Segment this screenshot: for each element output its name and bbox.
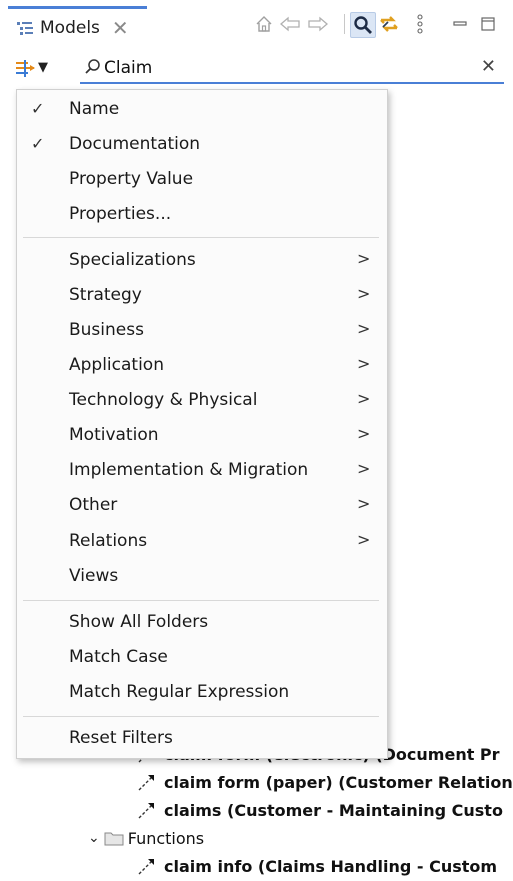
menu-item-technology-physical[interactable]: Technology & Physical > (17, 385, 387, 417)
menu-item-documentation[interactable]: ✓ Documentation (17, 129, 387, 161)
tree-row[interactable]: claims (Customer - Maintaining Custo (136, 798, 503, 822)
maximize-icon[interactable] (476, 12, 500, 36)
home-icon[interactable] (252, 12, 276, 36)
menu-item-label: Other (69, 495, 118, 515)
menu-item-label: Properties... (69, 204, 172, 224)
close-icon[interactable]: ✕ (112, 18, 129, 38)
menu-item-label: Name (69, 99, 120, 119)
menu-item-label: Match Case (69, 647, 168, 667)
menu-item-label: Documentation (69, 134, 201, 154)
menu-item-match-regex[interactable]: Match Regular Expression (17, 677, 387, 709)
menu-item-label: Strategy (69, 285, 142, 305)
menu-separator (23, 716, 379, 717)
chevron-down-icon[interactable]: ⌄ (88, 830, 100, 846)
clear-search-button[interactable]: ✕ (481, 56, 496, 77)
submenu-arrow-icon: > (357, 424, 371, 443)
tree-row[interactable]: claim form (paper) (Customer Relation (136, 770, 513, 794)
submenu-arrow-icon: > (357, 459, 371, 478)
menu-item-relations[interactable]: Relations > (17, 526, 387, 558)
menu-item-application[interactable]: Application > (17, 350, 387, 382)
menu-item-label: Views (69, 566, 119, 586)
menu-item-reset-filters[interactable]: Reset Filters (17, 723, 387, 755)
tree-row[interactable]: claim info (Claims Handling - Custom (136, 854, 497, 878)
submenu-arrow-icon: > (357, 354, 371, 373)
submenu-arrow-icon: > (357, 284, 371, 303)
tree-row-label: claim info (Claims Handling - Custom (164, 856, 498, 876)
menu-item-strategy[interactable]: Strategy > (17, 280, 387, 312)
menu-item-properties[interactable]: Properties... (17, 199, 387, 231)
minimize-icon[interactable] (448, 12, 472, 36)
menu-item-label: Specializations (69, 250, 196, 270)
relation-icon (138, 803, 154, 819)
tab-label: Models (40, 17, 100, 38)
view-tab-bar: Models ✕ (0, 0, 513, 46)
filter-row: ▼ ✕ (0, 54, 513, 88)
submenu-arrow-icon: > (357, 530, 371, 549)
menu-item-name[interactable]: ✓ Name (17, 94, 387, 126)
submenu-arrow-icon: > (357, 249, 371, 268)
relation-icon (138, 859, 154, 875)
menu-item-label: Show All Folders (69, 612, 209, 632)
menu-item-label: Technology & Physical (69, 390, 258, 410)
menu-item-label: Match Regular Expression (69, 682, 290, 702)
back-icon[interactable] (278, 12, 302, 36)
menu-item-label: Reset Filters (69, 728, 173, 748)
menu-item-label: Implementation & Migration (69, 460, 309, 480)
menu-separator (23, 237, 379, 238)
submenu-arrow-icon: > (357, 389, 371, 408)
folder-icon (104, 832, 124, 845)
model-tree-icon (16, 20, 34, 36)
submenu-arrow-icon: > (357, 494, 371, 513)
tree-folder-functions[interactable]: ⌄ Functions (88, 826, 204, 850)
tab-models[interactable]: Models ✕ (8, 6, 147, 46)
search-input[interactable] (104, 56, 464, 80)
menu-separator (23, 600, 379, 601)
menu-item-label: Property Value (69, 169, 194, 189)
submenu-arrow-icon: > (357, 319, 371, 338)
menu-item-label: Business (69, 320, 144, 340)
menu-item-views[interactable]: Views (17, 561, 387, 593)
tree-row-label: claim form (paper) (Customer Relation (164, 772, 513, 792)
search-icon[interactable] (350, 12, 376, 38)
menu-item-specializations[interactable]: Specializations > (17, 245, 387, 277)
check-icon: ✓ (31, 99, 45, 118)
filter-menu: ✓ Name ✓ Documentation Property Value Pr… (16, 89, 388, 759)
check-icon: ✓ (31, 134, 45, 153)
menu-item-business[interactable]: Business > (17, 315, 387, 347)
menu-item-motivation[interactable]: Motivation > (17, 420, 387, 452)
search-field[interactable]: ✕ (80, 54, 504, 84)
relation-icon (138, 775, 154, 791)
tree-row-label: Functions (127, 828, 205, 848)
filter-icon[interactable] (14, 58, 36, 80)
menu-item-other[interactable]: Other > (17, 490, 387, 522)
toolbar-separator (344, 14, 345, 34)
menu-item-match-case[interactable]: Match Case (17, 642, 387, 674)
menu-item-label: Relations (69, 531, 148, 551)
view-menu-icon[interactable] (408, 12, 432, 36)
chevron-down-icon[interactable]: ▼ (38, 60, 48, 75)
forward-icon[interactable] (306, 12, 330, 36)
link-sync-icon[interactable] (377, 12, 401, 36)
menu-item-property-value[interactable]: Property Value (17, 164, 387, 196)
menu-item-show-all-folders[interactable]: Show All Folders (17, 607, 387, 639)
menu-item-label: Application (69, 355, 164, 375)
menu-item-label: Motivation (69, 425, 159, 445)
menu-item-implementation-migration[interactable]: Implementation & Migration > (17, 455, 387, 487)
search-icon (84, 58, 102, 76)
tree-row-label: claims (Customer - Maintaining Custo (164, 800, 503, 820)
